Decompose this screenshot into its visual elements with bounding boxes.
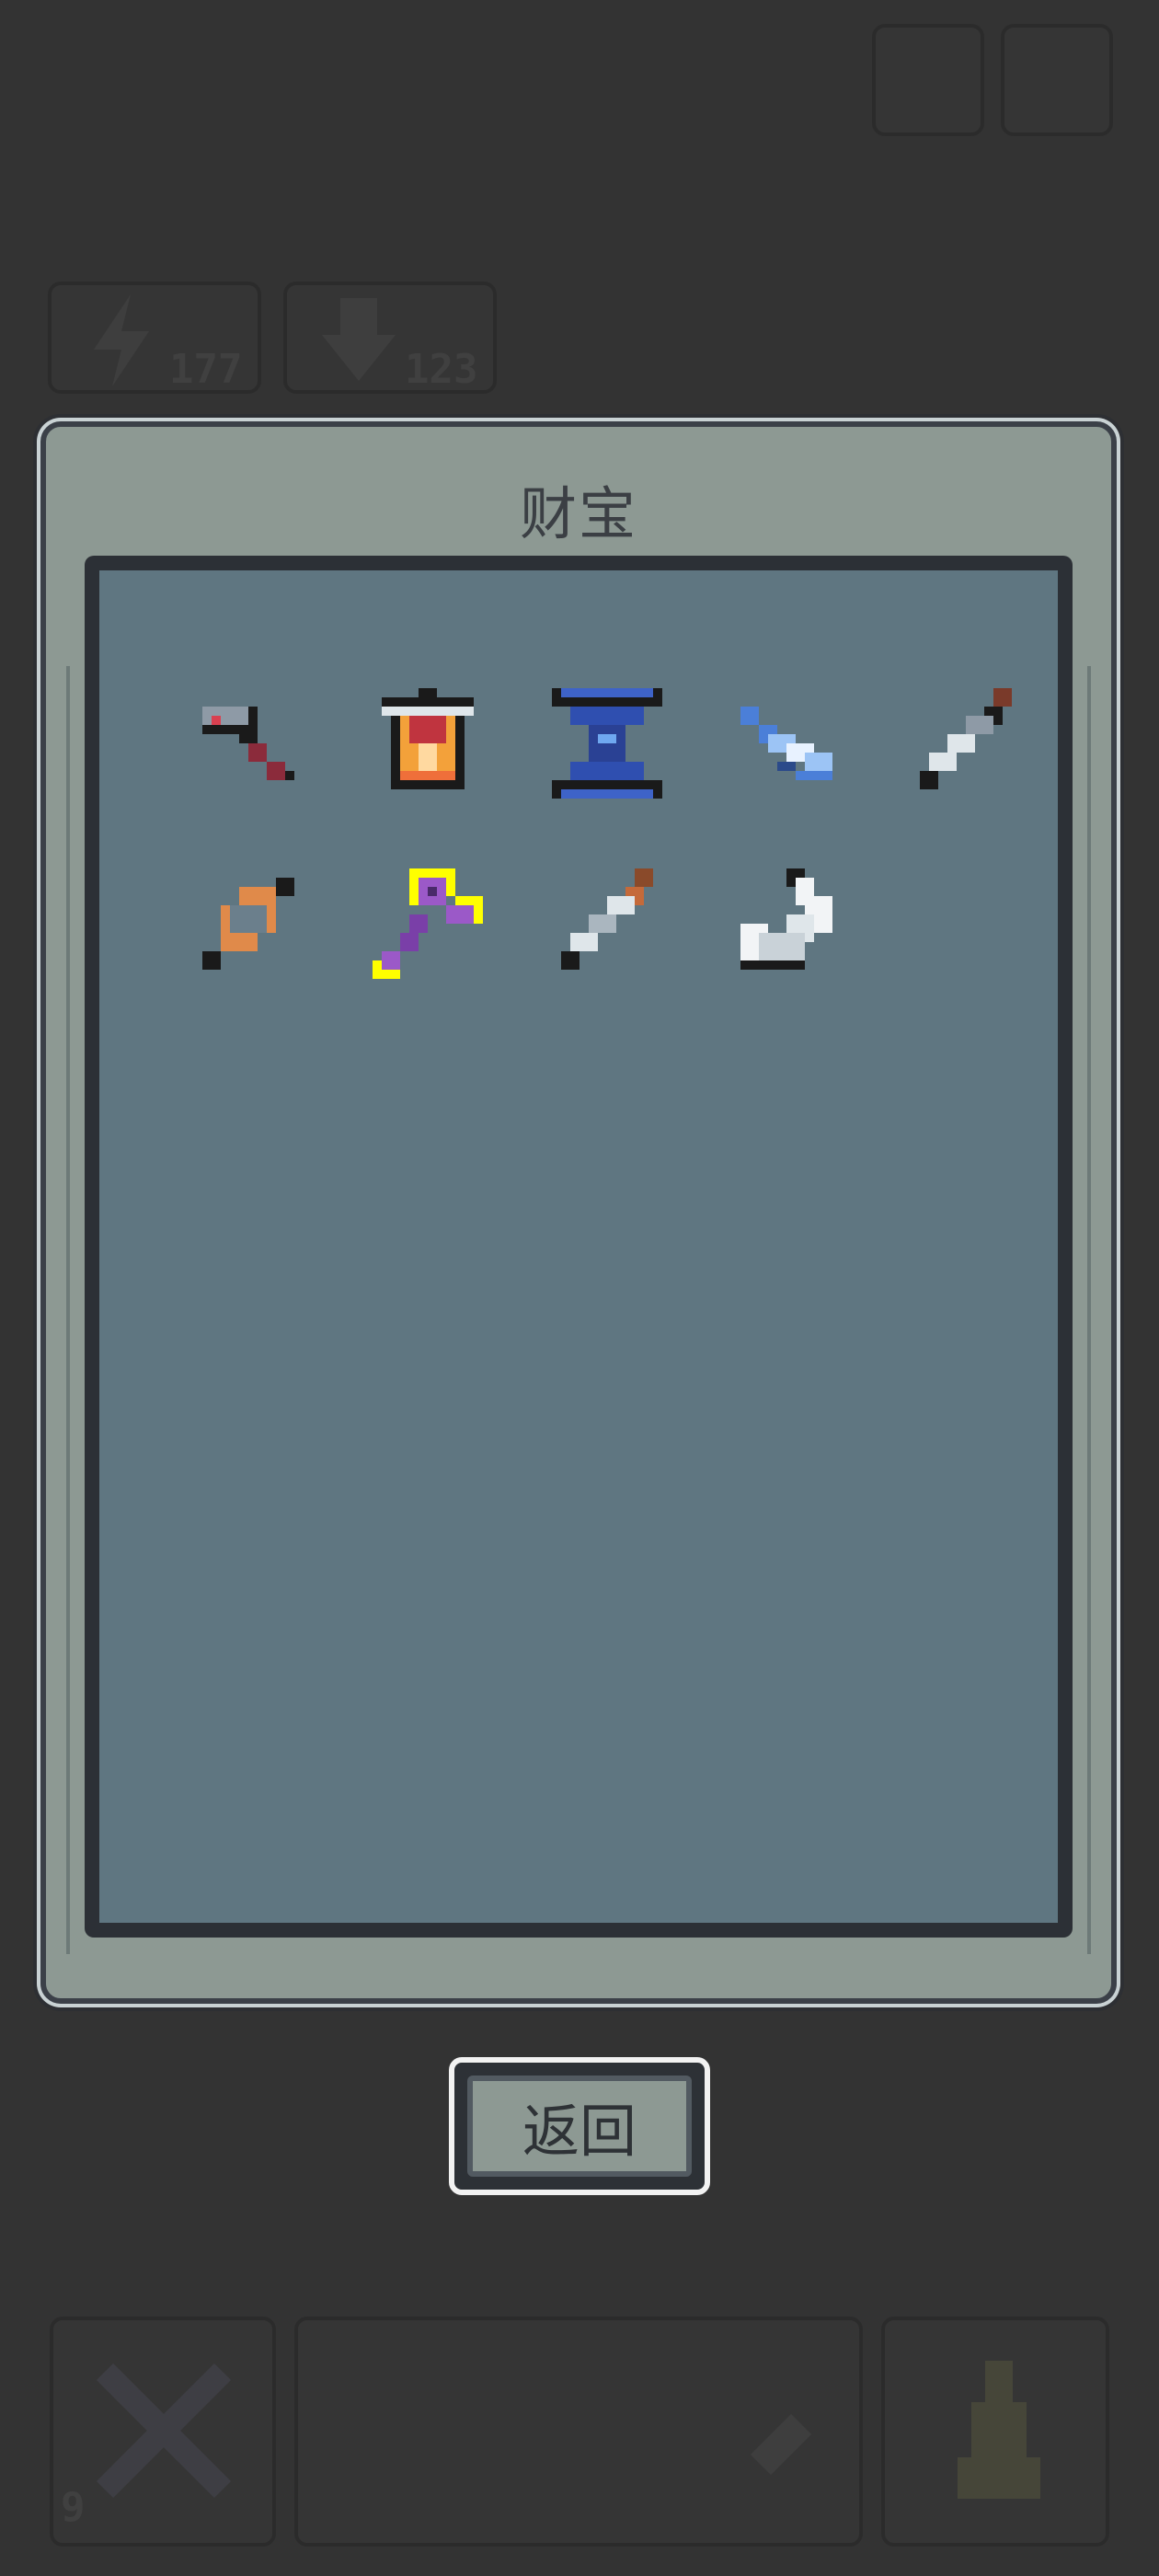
bg-menu-button[interactable] (872, 24, 984, 136)
treasure-slot-sword[interactable] (517, 834, 696, 1014)
feather-wing-icon (740, 868, 832, 970)
treasure-slot-lantern[interactable] (338, 653, 517, 834)
panel-title: 财宝 (519, 480, 637, 547)
bg-character-slot[interactable] (881, 2317, 1109, 2547)
bg-action-panel[interactable] (294, 2317, 863, 2547)
back-button[interactable]: 返回 (449, 2057, 710, 2195)
lightning-icon (94, 294, 149, 386)
treasure-slot-hammer[interactable] (158, 653, 338, 834)
hammer-icon (201, 707, 294, 780)
ice-blade-icon (740, 707, 832, 780)
treasure-slot-hourglass[interactable] (517, 653, 696, 834)
right-rail (1087, 666, 1091, 1954)
bg-energy-counter: 177 (48, 282, 261, 394)
treasure-grid (158, 653, 1041, 1014)
left-rail (66, 666, 70, 1954)
treasure-panel: 财宝 (40, 421, 1117, 2004)
download-value: 123 (405, 346, 478, 393)
bottom-left-count: 9 (61, 2484, 86, 2531)
bg-settings-button[interactable] (1001, 24, 1113, 136)
purple-key-icon (372, 868, 483, 979)
hammer-shadow-icon (751, 2414, 811, 2475)
hourglass-icon (551, 688, 662, 799)
crossed-swords-icon (96, 2363, 232, 2499)
treasure-grid-area (85, 556, 1073, 1938)
treasure-slot-gem-amulet[interactable] (158, 834, 338, 1014)
back-button-label: 返回 (467, 2076, 692, 2177)
dagger-icon (919, 688, 1012, 789)
treasure-slot-dagger[interactable] (876, 653, 1055, 834)
bg-attack-slot[interactable]: 9 (50, 2317, 276, 2547)
treasure-slot-feather-wing[interactable] (696, 834, 876, 1014)
character-icon (958, 2361, 1040, 2499)
sword-icon (560, 868, 653, 970)
treasure-slot-ice-blade[interactable] (696, 653, 876, 834)
gem-amulet-icon (201, 878, 294, 970)
lantern-icon (381, 688, 474, 789)
bg-download-counter: 123 (283, 282, 497, 394)
energy-value: 177 (169, 346, 243, 393)
treasure-slot-purple-key[interactable] (338, 834, 517, 1014)
download-arrow-icon (322, 298, 396, 381)
